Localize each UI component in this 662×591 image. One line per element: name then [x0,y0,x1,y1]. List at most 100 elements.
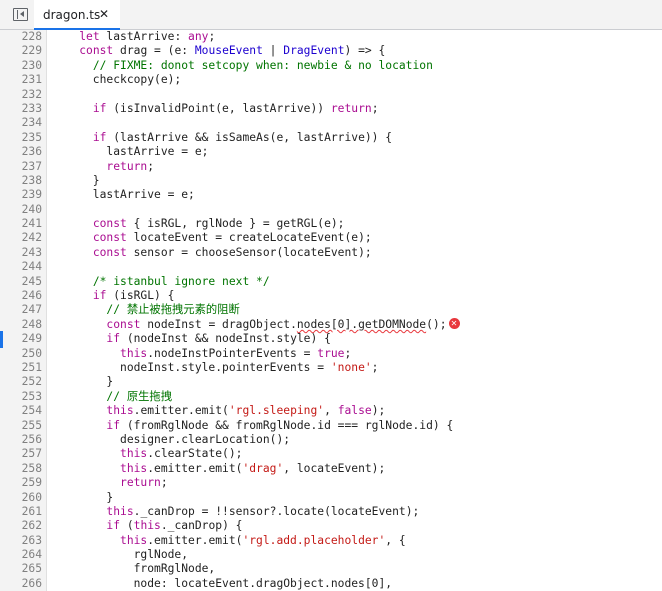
code-line[interactable]: 258 this.emitter.emit('drag', locateEven… [0,462,662,476]
code-line[interactable]: 255 if (fromRglNode && fromRglNode.id ==… [0,419,662,433]
line-number[interactable]: 266 [0,577,42,591]
line-number[interactable]: 245 [0,275,42,289]
code-line[interactable]: 266 node: locateEvent.dragObject.nodes[0… [0,577,662,591]
line-number[interactable]: 235 [0,131,42,145]
code-line[interactable]: 260 } [0,491,662,505]
line-number[interactable]: 231 [0,73,42,87]
line-number[interactable]: 244 [0,260,42,274]
line-number[interactable]: 232 [0,88,42,102]
code-line[interactable]: 243 const sensor = chooseSensor(locateEv… [0,246,662,260]
code-line[interactable]: 249 if (nodeInst && nodeInst.style) { [0,332,662,346]
code-token: this [120,346,148,360]
code-line[interactable]: 262 if (this._canDrop) { [0,519,662,533]
code-line[interactable]: 242 const locateEvent = createLocateEven… [0,231,662,245]
line-number[interactable]: 243 [0,246,42,260]
code-line[interactable]: 229 const drag = (e: MouseEvent | DragEv… [0,44,662,58]
line-number[interactable]: 252 [0,375,42,389]
line-number[interactable]: 246 [0,289,42,303]
line-number[interactable]: 228 [0,30,42,44]
line-number[interactable]: 254 [0,404,42,418]
code-line[interactable]: 261 this._canDrop = !!sensor?.locate(loc… [0,505,662,519]
line-number[interactable]: 259 [0,476,42,490]
code-line[interactable]: 230 // FIXME: donot setcopy when: newbie… [0,59,662,73]
code-line[interactable]: 257 this.clearState(); [0,447,662,461]
code-line[interactable]: 231 checkcopy(e); [0,73,662,87]
code-line[interactable]: 237 return; [0,160,662,174]
line-number[interactable]: 250 [0,347,42,361]
code-line[interactable]: 241 const { isRGL, rglNode } = getRGL(e)… [0,217,662,231]
code-text: this.emitter.emit('rgl.add.placeholder',… [52,534,406,548]
code-line[interactable]: 235 if (lastArrive && isSameAs(e, lastAr… [0,131,662,145]
code-line[interactable]: 252 } [0,375,662,389]
code-text: this.clearState(); [52,447,242,461]
code-line[interactable]: 246 if (isRGL) { [0,289,662,303]
code-token: .clearState(); [147,447,243,461]
line-number[interactable]: 237 [0,160,42,174]
code-line[interactable]: 232 [0,88,662,102]
line-number[interactable]: 260 [0,491,42,505]
sidebar-toggle-icon[interactable] [13,8,28,21]
code-token: ( [120,519,134,533]
line-number[interactable]: 255 [0,419,42,433]
code-line[interactable]: 259 return; [0,476,662,490]
line-number[interactable]: 247 [0,303,42,317]
line-number[interactable]: 230 [0,59,42,73]
line-number[interactable]: 229 [0,44,42,58]
error-icon[interactable]: ✕ [448,318,460,330]
line-number[interactable]: 253 [0,390,42,404]
code-line[interactable]: 248 const nodeInst = dragObject.nodes[0]… [0,318,662,332]
line-number[interactable]: 257 [0,447,42,461]
code-token: designer.clearLocation(); [52,432,291,446]
code-line[interactable]: 233 if (isInvalidPoint(e, lastArrive)) r… [0,102,662,116]
code-line[interactable]: 228 let lastArrive: any; [0,30,662,44]
code-line[interactable]: 251 nodeInst.style.pointerEvents = 'none… [0,361,662,375]
line-number[interactable]: 263 [0,534,42,548]
line-number[interactable]: 242 [0,231,42,245]
code-editor[interactable]: 228 let lastArrive: any; 229 const drag =… [0,30,662,591]
code-token: { isRGL, rglNode } = getRGL(e); [126,217,345,231]
code-line[interactable]: 247 // 禁止被拖拽元素的阻断 [0,303,662,317]
code-token: const [79,44,114,58]
line-number[interactable]: 251 [0,361,42,375]
code-line[interactable]: 239 lastArrive = e; [0,188,662,202]
code-line[interactable]: 250 this.nodeInstPointerEvents = true; [0,347,662,361]
code-token: /* istanbul ignore next */ [92,274,270,288]
code-line[interactable]: 245 /* istanbul ignore next */ [0,275,662,289]
code-text: return; [52,160,154,174]
code-line[interactable]: 238 } [0,174,662,188]
code-text: if (isInvalidPoint(e, lastArrive)) retur… [52,102,379,116]
code-line[interactable]: 256 designer.clearLocation(); [0,433,662,447]
line-number[interactable]: 236 [0,145,42,159]
line-number[interactable]: 248 [0,318,42,332]
line-number[interactable]: 234 [0,116,42,130]
line-number[interactable]: 240 [0,203,42,217]
line-number[interactable]: 265 [0,562,42,576]
code-token: ; [371,101,379,115]
line-number[interactable]: 238 [0,174,42,188]
line-number[interactable]: 262 [0,519,42,533]
code-token: DragEvent [283,44,345,58]
code-line[interactable]: 240 [0,203,662,217]
code-line[interactable]: 254 this.emitter.emit('rgl.sleeping', fa… [0,404,662,418]
code-line[interactable]: 244 [0,260,662,274]
line-number[interactable]: 258 [0,462,42,476]
line-number[interactable]: 239 [0,188,42,202]
line-number[interactable]: 241 [0,217,42,231]
code-token: nodeInst.style.pointerEvents = [52,360,331,374]
line-number[interactable]: 261 [0,505,42,519]
line-number[interactable]: 233 [0,102,42,116]
code-line[interactable]: 253 // 原生拖拽 [0,390,662,404]
close-tab-icon[interactable]: ✕ [99,7,109,21]
line-number[interactable]: 249 [0,332,42,346]
code-token: if [92,289,107,303]
line-number[interactable]: 264 [0,548,42,562]
code-line[interactable]: 236 lastArrive = e; [0,145,662,159]
file-tab[interactable]: dragon.ts ✕ [34,0,120,30]
code-line[interactable]: 263 this.emitter.emit('rgl.add.placehold… [0,534,662,548]
code-line[interactable]: 265 fromRglNode, [0,562,662,576]
line-number[interactable]: 256 [0,433,42,447]
code-line[interactable]: 264 rglNode, [0,548,662,562]
code-line[interactable]: 234 [0,116,662,130]
code-token: ; [344,346,352,360]
